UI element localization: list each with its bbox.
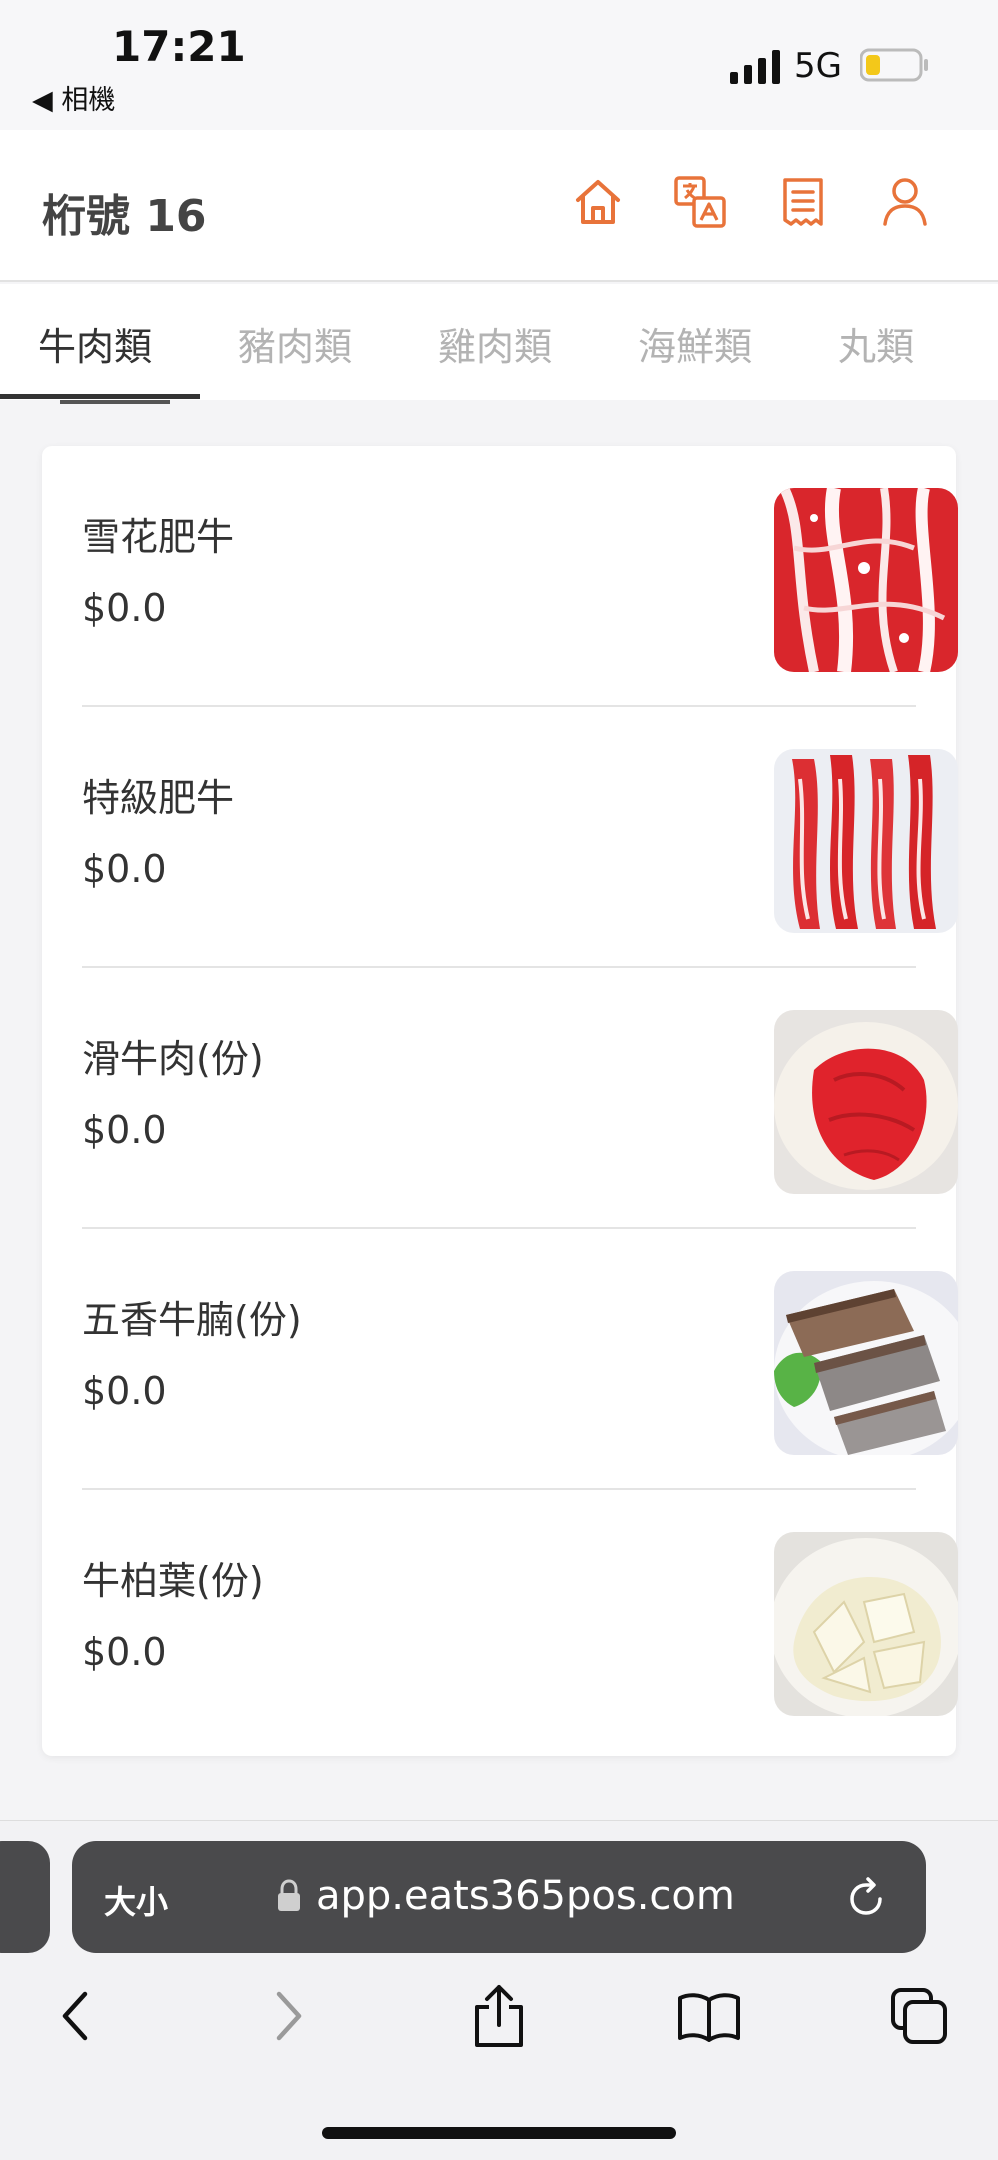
item-photo-spiced-brisket[interactable] — [774, 1271, 958, 1455]
tab-beef[interactable]: 牛肉類 — [38, 316, 152, 371]
item-price: $0.0 — [82, 847, 167, 891]
menu-item[interactable]: 雪花肥牛 $0.0 — [82, 446, 958, 707]
status-bar: 17:21 ◀ 相機 5G — [0, 0, 998, 130]
item-price: $0.0 — [82, 1369, 167, 1413]
category-tabs: 牛肉類 豬肉類 雞肉類 海鮮類 丸類 — [0, 284, 998, 400]
lock-icon — [278, 1879, 300, 1911]
battery-icon — [860, 48, 928, 82]
menu-item[interactable]: 五香牛腩(份) $0.0 — [82, 1229, 958, 1490]
forward-button[interactable] — [254, 1981, 324, 2051]
reload-icon[interactable] — [842, 1873, 890, 1921]
item-photo-beef-tripe[interactable] — [774, 1532, 958, 1716]
tabs-button[interactable] — [884, 1981, 954, 2051]
item-name: 雪花肥牛 — [82, 515, 235, 559]
chevron-left-icon — [62, 1991, 88, 2041]
browser-toolbar: 大小 app.eats365pos.com — [0, 1820, 998, 2160]
book-icon — [678, 1993, 740, 2042]
orders-button[interactable] — [773, 172, 833, 232]
item-price: $0.0 — [82, 1630, 167, 1674]
share-icon — [475, 1985, 523, 2047]
tab-seafood[interactable]: 海鮮類 — [638, 316, 752, 371]
receipt-icon — [783, 178, 823, 226]
item-name: 特級肥牛 — [82, 776, 235, 820]
item-name: 牛柏葉(份) — [82, 1559, 264, 1603]
item-name: 滑牛肉(份) — [82, 1037, 264, 1081]
language-button[interactable] — [670, 172, 730, 232]
chevron-right-icon — [276, 1991, 302, 2041]
network-type: 5G — [794, 46, 842, 86]
home-button[interactable] — [568, 172, 628, 232]
text-size-button[interactable]: 大小 — [104, 1877, 168, 1923]
menu-item[interactable]: 牛柏葉(份) $0.0 — [82, 1490, 958, 1751]
back-to-camera-link[interactable]: ◀ 相機 — [32, 78, 115, 117]
status-time: 17:21 — [112, 22, 246, 71]
item-photo-marbled-beef[interactable] — [774, 488, 958, 672]
item-photo-sliced-beef[interactable] — [774, 1010, 958, 1194]
signal-icon — [730, 50, 780, 84]
address-bar[interactable]: 大小 app.eats365pos.com — [72, 1841, 926, 1953]
menu-item[interactable]: 滑牛肉(份) $0.0 — [82, 968, 958, 1229]
tab-balls[interactable]: 丸類 — [838, 316, 914, 371]
home-indicator — [322, 2127, 676, 2139]
account-button[interactable] — [875, 172, 935, 232]
category-heading-clipped — [60, 400, 170, 404]
menu-content[interactable]: 雪花肥牛 $0.0 特級肥牛 $0.0 滑牛肉(份) $0.0 五香牛腩(份) … — [0, 400, 998, 1820]
item-price: $0.0 — [82, 1108, 167, 1152]
tab-chicken[interactable]: 雞肉類 — [438, 316, 552, 371]
url-text: app.eats365pos.com — [316, 1873, 735, 1919]
app-header: 桁號 16 — [0, 130, 998, 282]
item-price: $0.0 — [82, 586, 167, 630]
tab-pork[interactable]: 豬肉類 — [238, 316, 352, 371]
item-photo-premium-beef[interactable] — [774, 749, 958, 933]
previous-tab[interactable] — [0, 1841, 50, 1953]
share-button[interactable] — [464, 1981, 534, 2051]
menu-card: 雪花肥牛 $0.0 特級肥牛 $0.0 滑牛肉(份) $0.0 五香牛腩(份) … — [42, 446, 958, 1756]
active-tab-indicator — [0, 394, 200, 399]
user-icon — [883, 178, 927, 226]
page-title: 桁號 16 — [42, 191, 207, 242]
bookmarks-button[interactable] — [674, 1981, 744, 2051]
translate-icon — [674, 176, 726, 228]
item-name: 五香牛腩(份) — [82, 1298, 302, 1342]
menu-item[interactable]: 特級肥牛 $0.0 — [82, 707, 958, 968]
home-icon — [576, 180, 620, 224]
tabs-icon — [891, 1988, 947, 2044]
back-button[interactable] — [40, 1981, 110, 2051]
